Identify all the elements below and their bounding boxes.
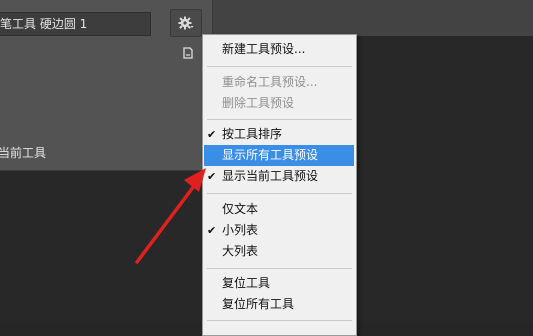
preset-list-item[interactable]: 铅笔工具 硬边圆 1 (0, 12, 151, 36)
menu-item-rename-preset: 重命名工具预设... (203, 72, 356, 93)
options-bar-strip (212, 0, 533, 36)
gear-icon (178, 16, 194, 30)
menu-item-sort-by-tool[interactable]: ✔ 按工具排序 (203, 124, 356, 145)
menu-item-small-list[interactable]: ✔ 小列表 (203, 220, 356, 241)
menu-item-label: 复位所有工具 (222, 297, 295, 311)
check-icon: ✔ (207, 170, 217, 183)
preset-name: 铅笔工具 硬边圆 1 (0, 17, 88, 31)
menu-item-reset-tool[interactable]: 复位工具 (203, 273, 356, 294)
tool-presets-panel: 铅笔工具 硬边圆 1 当前工具 (0, 0, 213, 171)
menu-item-show-all-presets[interactable]: 显示所有工具预设 (204, 145, 354, 166)
new-preset-icon[interactable] (181, 46, 195, 60)
menu-item-label: 删除工具预设 (222, 96, 295, 110)
panel-flyout-menu: 新建工具预设... 重命名工具预设... 删除工具预设 ✔ 按工具排序 显示所有… (202, 34, 357, 336)
menu-item-large-list[interactable]: 大列表 (203, 241, 356, 262)
menu-item-label: 小列表 (222, 223, 259, 237)
current-tool-label: 当前工具 (0, 146, 47, 160)
menu-separator (207, 193, 352, 194)
menu-item-label: 新建工具预设... (222, 42, 306, 56)
menu-separator (207, 66, 352, 67)
menu-item-show-current-presets[interactable]: ✔ 显示当前工具预设 (203, 166, 356, 187)
menu-item-label: 复位工具 (222, 276, 271, 290)
menu-item-label: 重命名工具预设... (222, 75, 318, 89)
menu-item-label: 大列表 (222, 244, 259, 258)
current-tool-only-option[interactable]: 当前工具 (0, 142, 210, 164)
menu-item-label: 按工具排序 (222, 127, 283, 141)
menu-item-label: 显示所有工具预设 (222, 148, 319, 162)
check-icon: ✔ (207, 224, 217, 237)
menu-item-label: 显示当前工具预设 (222, 169, 319, 183)
panel-menu-button[interactable] (170, 9, 202, 37)
chevron-down-icon (190, 26, 194, 28)
menu-separator (207, 268, 352, 269)
menu-item-reset-all-tools[interactable]: 复位所有工具 (203, 294, 356, 315)
menu-item-new-preset[interactable]: 新建工具预设... (203, 39, 356, 60)
menu-separator (207, 119, 352, 120)
check-icon: ✔ (207, 128, 217, 141)
menu-item-delete-preset: 删除工具预设 (203, 93, 356, 114)
menu-item-label: 仅文本 (222, 202, 259, 216)
menu-item-text-only[interactable]: 仅文本 (203, 199, 356, 220)
